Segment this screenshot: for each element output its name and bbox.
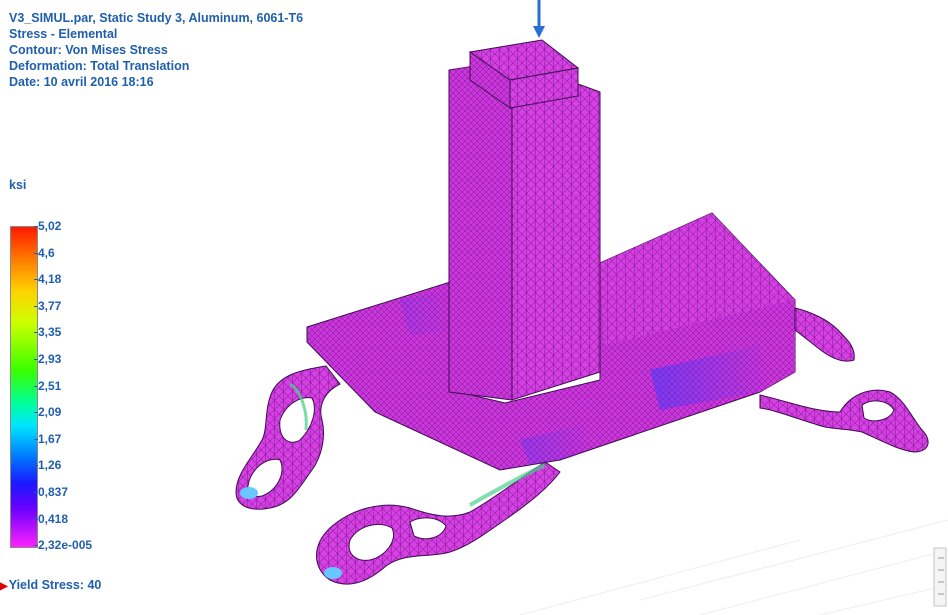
fea-mesh-model[interactable] <box>0 0 948 615</box>
corner-view-controls[interactable] <box>933 547 947 607</box>
tower-column[interactable] <box>448 39 601 401</box>
floor-grid <box>519 519 948 615</box>
front-support-arm[interactable] <box>316 461 561 585</box>
left-support-arm[interactable] <box>235 365 341 510</box>
fea-viewport[interactable]: V3_SIMUL.par, Static Study 3, Aluminum, … <box>0 0 948 615</box>
load-arrow-icon <box>533 0 545 38</box>
